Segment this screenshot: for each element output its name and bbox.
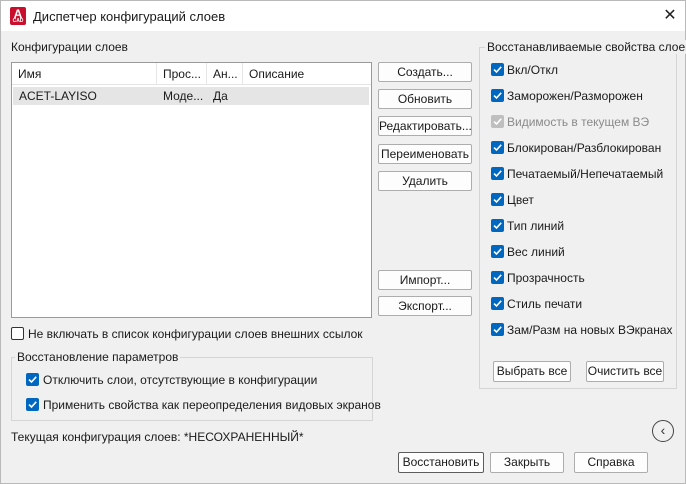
export-button[interactable]: Экспорт... (378, 296, 472, 316)
property-label: Печатаемый/Непечатаемый (507, 167, 664, 181)
property-label: Вес линий (507, 245, 565, 259)
property-checkbox[interactable] (491, 219, 504, 232)
configs-label: Конфигурации слоев (11, 40, 128, 54)
column-header-annotative[interactable]: Ан... (207, 63, 243, 85)
restore-properties-title: Восстанавливаемые свойства слоев (485, 40, 686, 54)
dialog-content: Конфигурации слоев Имя Прос... Ан... Опи… (1, 31, 686, 483)
property-label: Цвет (507, 193, 534, 207)
column-header-name[interactable]: Имя (12, 63, 157, 85)
property-label: Вкл/Откл (507, 63, 558, 77)
property-checkbox[interactable] (491, 297, 504, 310)
exclude-xref-checkbox[interactable] (11, 327, 24, 340)
help-button[interactable]: Справка (574, 452, 648, 473)
property-checkbox[interactable] (491, 141, 504, 154)
column-header-view[interactable]: Прос... (157, 63, 207, 85)
create-button[interactable]: Создать... (378, 62, 472, 82)
current-config-label: Текущая конфигурация слоев: *НЕСОХРАНЕНН… (11, 430, 304, 444)
app-icon-sub: CAD (12, 18, 24, 24)
row-annotative: Да (213, 89, 228, 103)
title-bar: A CAD Диспетчер конфигураций слоев ✕ (1, 1, 685, 31)
delete-button[interactable]: Удалить (378, 171, 472, 191)
property-checkbox[interactable] (491, 193, 504, 206)
configs-list[interactable]: Имя Прос... Ан... Описание ACET-LAYISO М… (11, 62, 372, 318)
edit-button[interactable]: Редактировать... (378, 116, 472, 136)
row-description (243, 87, 369, 105)
property-checkbox[interactable] (491, 271, 504, 284)
dialog-window: A CAD Диспетчер конфигураций слоев ✕ Кон… (0, 0, 686, 484)
apply-vp-overrides-checkbox[interactable] (26, 398, 39, 411)
property-label: Блокирован/Разблокирован (507, 141, 662, 155)
property-label: Зам/Разм на новых ВЭкранах (507, 323, 673, 337)
restore-button[interactable]: Восстановить (398, 452, 484, 473)
row-name: ACET-LAYISO (19, 89, 97, 103)
disable-missing-layers-checkbox[interactable] (26, 373, 39, 386)
update-button[interactable]: Обновить (378, 89, 472, 109)
close-button[interactable]: Закрыть (490, 452, 564, 473)
exclude-xref-label: Не включать в список конфигурации слоев … (28, 327, 363, 341)
select-all-button[interactable]: Выбрать все (493, 361, 571, 382)
autocad-app-icon: A CAD (10, 7, 26, 25)
restore-options-title: Восстановление параметров (15, 350, 181, 364)
property-label: Видимость в текущем ВЭ (507, 115, 650, 129)
property-checkbox (491, 115, 504, 128)
property-checkbox[interactable] (491, 245, 504, 258)
property-checkbox[interactable] (491, 167, 504, 180)
property-checkbox[interactable] (491, 89, 504, 102)
disable-missing-layers-label: Отключить слои, отсутствующие в конфигур… (43, 373, 318, 387)
property-label: Заморожен/Разморожен (507, 89, 643, 103)
property-checkbox[interactable] (491, 63, 504, 76)
close-icon[interactable]: ✕ (653, 3, 686, 29)
property-checkbox[interactable] (491, 323, 504, 336)
column-header-description[interactable]: Описание (243, 63, 371, 85)
property-label: Стиль печати (507, 297, 583, 311)
row-view: Моде... (163, 89, 204, 103)
list-header: Имя Прос... Ан... Описание (12, 63, 371, 85)
table-row[interactable]: ACET-LAYISO Моде... Да (13, 87, 369, 105)
chevron-left-icon[interactable]: ‹ (652, 420, 674, 442)
clear-all-button[interactable]: Очистить все (586, 361, 664, 382)
property-label: Прозрачность (507, 271, 585, 285)
rename-button[interactable]: Переименовать (378, 144, 472, 164)
apply-vp-overrides-label: Применить свойства как переопределения в… (43, 398, 381, 412)
property-label: Тип линий (507, 219, 565, 233)
window-title: Диспетчер конфигураций слоев (33, 9, 226, 24)
import-button[interactable]: Импорт... (378, 270, 472, 290)
